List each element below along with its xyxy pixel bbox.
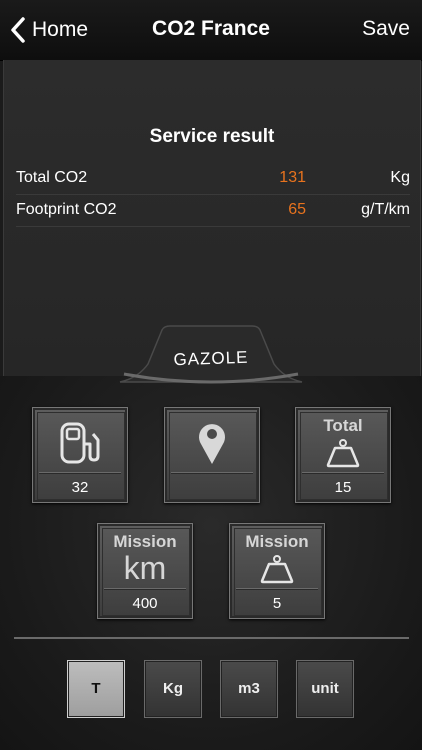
footprint-co2-row: Footprint CO2 65 g/T/km — [16, 194, 410, 227]
unit-button-kg[interactable]: Kg — [144, 660, 202, 718]
fuel-pump-icon — [60, 422, 100, 464]
save-button[interactable]: Save — [362, 17, 410, 41]
fuel-tile[interactable]: 32 — [32, 407, 128, 503]
total-weight-tile[interactable]: Total 15 — [295, 407, 391, 503]
row-label: Footprint CO2 — [16, 201, 117, 218]
unit-button-t[interactable]: T — [67, 660, 125, 718]
page-title: CO2 France — [152, 17, 270, 40]
mission-km-tile[interactable]: Mission km 400 — [97, 523, 193, 619]
tile-divider — [236, 588, 318, 589]
tile-divider — [171, 472, 253, 473]
tile-heading: Mission — [245, 532, 309, 551]
row-unit: Kg — [390, 169, 410, 186]
separator — [14, 637, 409, 639]
unit-button-unit[interactable]: unit — [296, 660, 354, 718]
navigation-bar: Home CO2 France Save — [0, 0, 422, 61]
row-label: Total CO2 — [16, 169, 88, 186]
tile-heading: Total — [323, 416, 363, 435]
weight-icon — [326, 439, 360, 468]
mission-weight-tile[interactable]: Mission 5 — [229, 523, 325, 619]
fuel-value: 32 — [71, 479, 89, 496]
row-value: 131 — [279, 169, 306, 186]
map-pin-icon — [199, 424, 225, 464]
row-value: 65 — [288, 201, 306, 218]
km-label: km — [123, 550, 167, 586]
mission-weight-value: 5 — [272, 595, 282, 612]
tile-divider — [104, 588, 186, 589]
total-value: 15 — [334, 479, 352, 496]
row-unit: g/T/km — [361, 201, 410, 218]
tile-divider — [39, 472, 121, 473]
fuel-selector[interactable]: GAZOLE — [118, 324, 304, 386]
result-title: Service result — [149, 126, 275, 147]
location-tile[interactable] — [164, 407, 260, 503]
tile-divider — [302, 472, 384, 473]
total-co2-row: Total CO2 131 Kg — [16, 162, 410, 195]
unit-button-m3[interactable]: m3 — [220, 660, 278, 718]
tile-heading: Mission — [113, 532, 177, 551]
weight-icon — [260, 555, 294, 584]
mission-km-value: 400 — [132, 595, 158, 612]
